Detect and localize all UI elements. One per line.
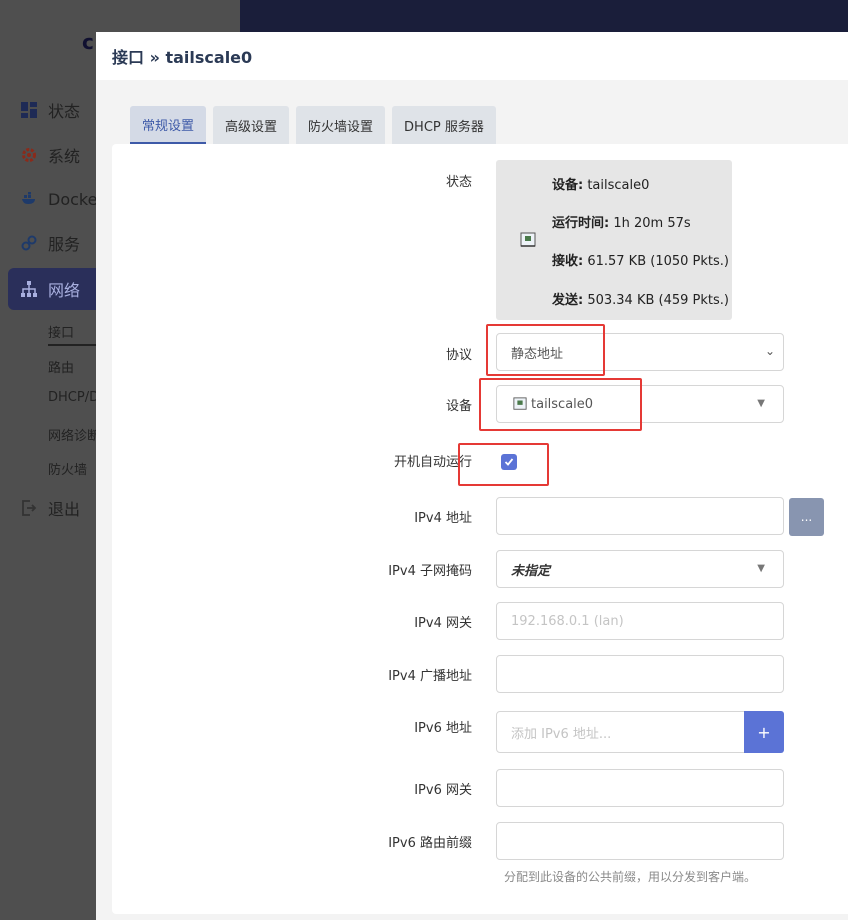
- ipv4-mask-value: 未指定: [511, 563, 551, 579]
- ipv4-bcast-input[interactable]: [496, 655, 784, 693]
- tab-firewall[interactable]: 防火墙设置: [296, 106, 386, 144]
- ipv4-addr-input[interactable]: [496, 497, 784, 535]
- highlight-box-protocol: [486, 324, 605, 376]
- status-tx: 发送: 503.34 KB (459 Pkts.): [552, 293, 729, 308]
- ipv4-gw-label: IPv4 网关: [414, 616, 472, 631]
- dashboard-icon: [20, 101, 38, 119]
- nav-logout[interactable]: 退出: [20, 496, 80, 520]
- ipv6-prefix-input[interactable]: [496, 822, 784, 860]
- highlight-box-device: [479, 378, 642, 431]
- subnav-dhcp[interactable]: DHCP/D: [48, 390, 99, 405]
- ipv6-addr-input[interactable]: 添加 IPv6 地址...: [496, 711, 745, 753]
- tab-bar: 常规设置 高级设置 防火墙设置 DHCP 服务器: [130, 106, 503, 144]
- tab-general[interactable]: 常规设置: [130, 106, 207, 144]
- subnav-active-underline: [48, 344, 98, 346]
- nav-label: 系统: [48, 147, 81, 166]
- caret-down-icon: ▼: [757, 563, 765, 574]
- ipv6-prefix-hint: 分配到此设备的公共前缀，用以分发到客户端。: [504, 870, 757, 884]
- top-bar: [240, 0, 848, 32]
- highlight-box-autostart: [458, 443, 549, 486]
- status-box: 设备: tailscale0 运行时间: 1h 20m 57s 接收: 61.5…: [496, 160, 732, 320]
- ipv6-addr-label: IPv6 地址: [414, 721, 472, 736]
- ipv6-gw-input[interactable]: [496, 769, 784, 807]
- ipv6-add-button[interactable]: +: [744, 711, 784, 753]
- nav-label: 退出: [48, 500, 81, 519]
- subnav-firewall[interactable]: 防火墙: [48, 459, 87, 478]
- nav-status[interactable]: 状态: [20, 98, 80, 122]
- subnav-routes[interactable]: 路由: [48, 357, 74, 376]
- gear-icon: [20, 146, 38, 164]
- nav-label: 网络: [48, 281, 81, 300]
- tab-advanced[interactable]: 高级设置: [213, 106, 290, 144]
- nav-services[interactable]: 服务: [20, 231, 80, 255]
- nav-system[interactable]: 系统: [20, 143, 80, 167]
- ipv6-gw-label: IPv6 网关: [414, 783, 472, 798]
- interface-modal: 接口 » tailscale0 常规设置 高级设置 防火墙设置 DHCP 服务器…: [96, 32, 848, 920]
- nav-network[interactable]: 网络: [20, 277, 80, 301]
- status-rx: 接收: 61.57 KB (1050 Pkts.): [552, 254, 729, 269]
- ipv4-mask-select[interactable]: 未指定 ▼: [496, 550, 784, 588]
- device-label: 设备: [445, 399, 472, 414]
- network-icon: [20, 280, 38, 298]
- caret-down-icon: ▼: [757, 398, 765, 409]
- modal-title: 接口 » tailscale0: [96, 32, 848, 80]
- ipv4-addr-label: IPv4 地址: [414, 511, 472, 526]
- ipv4-gw-placeholder: 192.168.0.1 (lan): [511, 613, 624, 629]
- subnav-diagnostics[interactable]: 网络诊断: [48, 425, 100, 444]
- protocol-label: 协议: [445, 348, 472, 363]
- subnav-interfaces[interactable]: 接口: [48, 322, 74, 341]
- ipv4-gw-input[interactable]: 192.168.0.1 (lan): [496, 602, 784, 640]
- docker-icon: [20, 190, 38, 208]
- ipv4-addr-more-button[interactable]: ...: [789, 498, 824, 536]
- ethernet-port-icon: [520, 232, 536, 248]
- status-device: 设备: tailscale0: [552, 178, 650, 193]
- ipv6-prefix-label: IPv6 路由前缀: [388, 836, 472, 851]
- logout-icon: [20, 499, 38, 517]
- status-uptime: 运行时间: 1h 20m 57s: [552, 216, 691, 231]
- tab-dhcp[interactable]: DHCP 服务器: [392, 106, 496, 144]
- nav-label: 服务: [48, 235, 81, 254]
- nav-docker[interactable]: Docker: [20, 187, 104, 211]
- ipv4-mask-label: IPv4 子网掩码: [388, 564, 472, 579]
- nav-label: 状态: [48, 102, 81, 121]
- services-icon: [20, 234, 38, 252]
- status-label: 状态: [445, 175, 472, 190]
- ipv6-addr-placeholder: 添加 IPv6 地址...: [511, 726, 612, 742]
- chevron-down-icon: ⌄: [764, 344, 775, 358]
- ipv4-bcast-label: IPv4 广播地址: [388, 669, 472, 684]
